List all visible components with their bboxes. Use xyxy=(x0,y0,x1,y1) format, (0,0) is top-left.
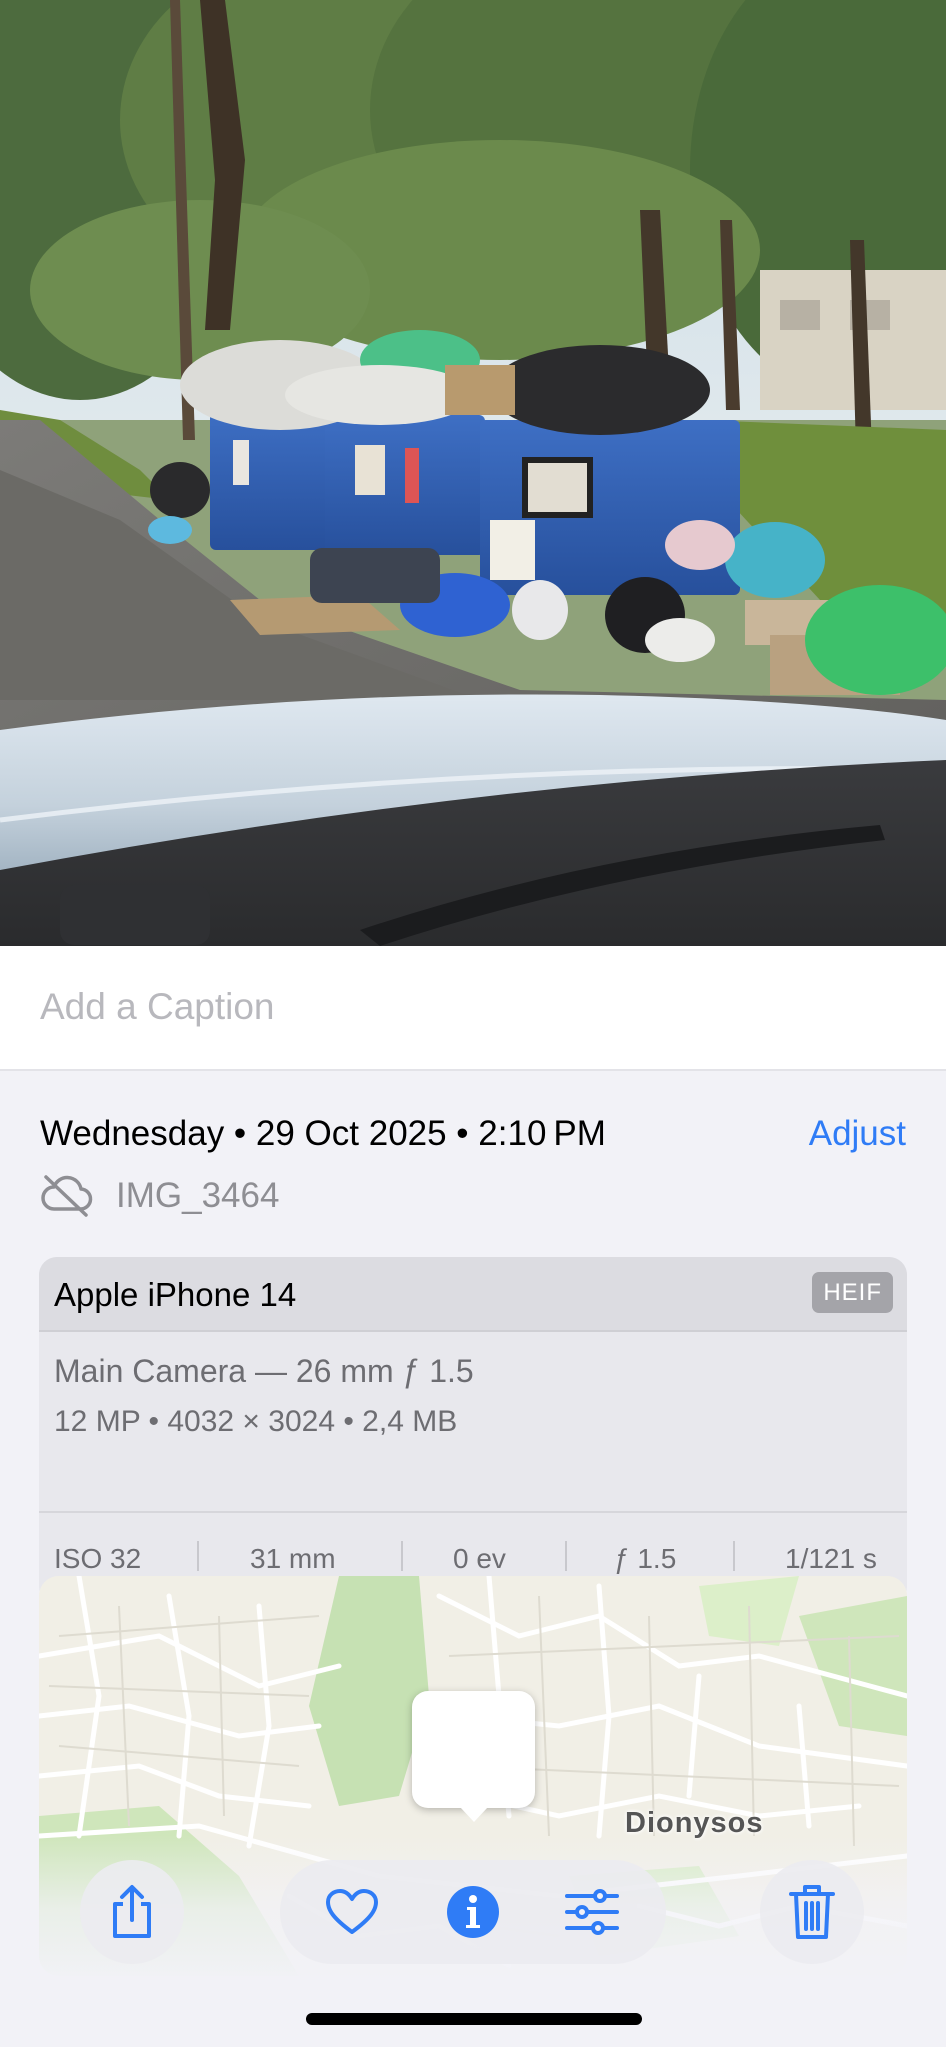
exif-divider xyxy=(733,1541,735,1571)
caption-input[interactable] xyxy=(40,986,900,1028)
exif-focal-length: 31 mm xyxy=(250,1543,336,1574)
date-row: Wednesday • 29 Oct 2025 • 2:10 PM Adjust xyxy=(40,1114,906,1160)
info-icon xyxy=(447,1886,499,1938)
exif-divider xyxy=(565,1541,567,1571)
exif-shutter: 1/121 s xyxy=(785,1543,877,1574)
delete-button[interactable] xyxy=(760,1860,864,1964)
map-photo-pin[interactable] xyxy=(412,1691,535,1822)
trash-icon xyxy=(789,1885,835,1939)
format-badge: HEIF xyxy=(812,1272,893,1313)
info-button[interactable] xyxy=(425,1860,521,1964)
share-button[interactable] xyxy=(80,1860,184,1964)
edit-button[interactable] xyxy=(544,1860,640,1964)
exif-divider xyxy=(197,1541,199,1571)
photo-image xyxy=(0,0,946,946)
exif-divider xyxy=(401,1541,403,1571)
toolbar-group xyxy=(280,1860,666,1964)
exif-iso: ISO 32 xyxy=(54,1543,142,1574)
adjust-button[interactable]: Adjust xyxy=(809,1114,906,1154)
exif-aperture: ƒ 1.5 xyxy=(614,1543,677,1574)
capture-date: Wednesday • 29 Oct 2025 • 2:10 PM xyxy=(40,1114,606,1153)
favorite-button[interactable] xyxy=(304,1860,400,1964)
camera-info-card: Apple iPhone 14 HEIF Main Camera — 26 mm… xyxy=(39,1257,907,1605)
share-icon xyxy=(113,1885,151,1938)
exif-exposure: 0 ev xyxy=(453,1543,506,1574)
caption-area xyxy=(0,946,946,1071)
file-name: IMG_3464 xyxy=(116,1176,280,1215)
map-photo-thumbnail xyxy=(419,1698,528,1801)
home-indicator[interactable] xyxy=(306,2013,642,2025)
camera-header: Apple iPhone 14 HEIF xyxy=(39,1257,907,1332)
map-pin-pointer xyxy=(459,1807,488,1822)
photo-view[interactable] xyxy=(0,0,946,946)
adjustments-icon xyxy=(565,1889,619,1935)
lens-info: Main Camera — 26 mm ƒ 1.5 xyxy=(54,1353,474,1389)
cloud-slash-icon xyxy=(41,1175,93,1217)
camera-model: Apple iPhone 14 xyxy=(54,1276,297,1313)
image-specs: 12 MP • 4032 × 3024 • 2,4 MB xyxy=(54,1405,458,1438)
heart-icon xyxy=(326,1889,378,1934)
